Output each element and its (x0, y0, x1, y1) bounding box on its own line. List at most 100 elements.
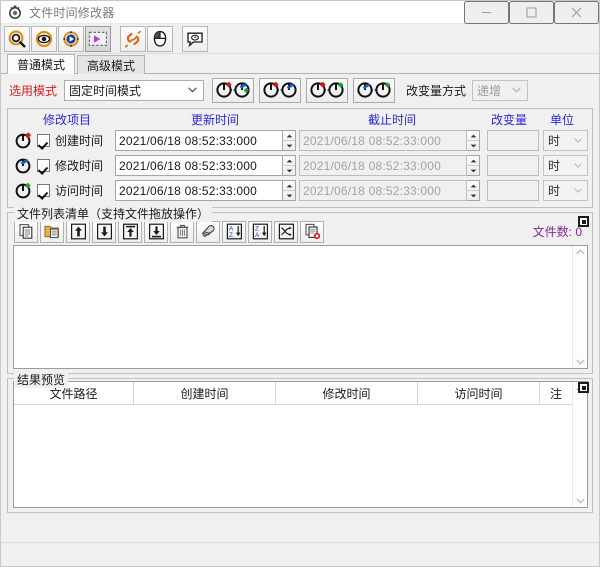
result-preview-body[interactable] (14, 405, 572, 507)
add-files-icon[interactable] (14, 220, 38, 243)
unit-combo-modify[interactable]: 时 (543, 155, 588, 176)
change-mode-value: 递增 (477, 83, 502, 98)
sort-desc-icon[interactable]: Z A (248, 220, 272, 243)
mouse-icon[interactable] (147, 25, 173, 52)
update-time-input-create[interactable]: 2021/06/18 08:52:33:000 (115, 130, 283, 151)
chevron-down-icon-unit-2 (574, 163, 582, 168)
mode-selection-row: 选用模式 固定时间模式 改变量方式 递增 (1, 74, 599, 106)
remove-duplicates-icon[interactable] (300, 220, 324, 243)
spinner-up-icon-4[interactable] (467, 156, 479, 166)
move-top-icon[interactable] (118, 220, 142, 243)
link-create-all-icon[interactable] (212, 77, 255, 103)
link-create-access-icon[interactable] (306, 77, 349, 103)
maximize-button[interactable] (509, 0, 554, 24)
spinner-down-icon-4[interactable] (467, 166, 479, 175)
gear-run-icon[interactable] (58, 25, 84, 52)
eye-preview-icon[interactable] (31, 25, 57, 52)
tab-advanced-mode[interactable]: 高级模式 (77, 55, 146, 74)
table-row: 修改时间 2021/06/18 08:52:33:000 2021/06/18 … (8, 153, 592, 178)
column-access-time[interactable]: 访问时间 (418, 382, 540, 404)
main-toolbar (1, 24, 599, 54)
title-bar: 文件时间修改器 (1, 0, 599, 24)
sort-asc-icon[interactable]: A Z (222, 220, 246, 243)
scroll-up-icon[interactable] (575, 249, 585, 255)
spinner-down-icon-3[interactable] (283, 166, 295, 175)
unit-combo-access[interactable]: 时 (543, 180, 588, 201)
broken-link-icon[interactable] (120, 25, 146, 52)
update-time-input-modify[interactable]: 2021/06/18 08:52:33:000 (115, 155, 283, 176)
add-folder-icon[interactable] (40, 220, 64, 243)
header-stop-time: 截止时间 (367, 113, 416, 127)
shuffle-icon[interactable] (274, 220, 298, 243)
header-delta: 改变量 (490, 113, 527, 127)
update-time-spinner-modify[interactable] (283, 155, 296, 176)
column-modify-time[interactable]: 修改时间 (276, 382, 418, 404)
tab-normal-mode[interactable]: 普通模式 (7, 54, 76, 74)
file-list-scrollbar[interactable] (572, 246, 587, 368)
row-checkbox-access[interactable] (37, 184, 50, 197)
spinner-down-icon-2[interactable] (467, 141, 479, 150)
table-row: 访问时间 2021/06/18 08:52:33:000 2021/06/18 … (8, 178, 592, 203)
move-bottom-icon[interactable] (144, 220, 168, 243)
stop-time-input-access[interactable]: 2021/06/18 08:52:33:000 (299, 180, 467, 201)
move-down-icon[interactable] (92, 220, 116, 243)
clock-create-icon (14, 131, 33, 150)
minimize-button[interactable] (464, 0, 509, 24)
collapse-icon (581, 219, 586, 224)
row-checkbox-create[interactable] (37, 134, 50, 147)
stop-time-spinner-modify[interactable] (467, 155, 480, 176)
row-label-create: 创建时间 (55, 134, 104, 148)
clear-all-icon[interactable] (196, 220, 220, 243)
spinner-up-icon-3[interactable] (283, 156, 295, 166)
update-time-spinner-access[interactable] (283, 180, 296, 201)
stop-time-spinner-access[interactable] (467, 180, 480, 201)
link-modify-access-icon[interactable] (353, 77, 396, 103)
about-balloon-icon[interactable] (182, 25, 208, 52)
svg-text:Z: Z (229, 232, 233, 239)
result-preview-box[interactable]: 文件路径 创建时间 修改时间 访问时间 注 (13, 381, 588, 508)
link-create-modify-icon[interactable] (259, 77, 302, 103)
select-region-icon[interactable] (85, 25, 111, 52)
select-mode-combo[interactable]: 固定时间模式 (64, 79, 205, 101)
search-files-icon[interactable] (4, 25, 30, 52)
result-preview-collapse-button[interactable] (578, 382, 589, 393)
chevron-down-icon-unit-3 (574, 188, 582, 193)
stop-time-input-create[interactable]: 2021/06/18 08:52:33:000 (299, 130, 467, 151)
spinner-down-icon-6[interactable] (467, 191, 479, 200)
table-row: 创建时间 2021/06/18 08:52:33:000 2021/06/18 … (8, 128, 592, 153)
file-list-box[interactable] (13, 245, 588, 369)
spinner-up-icon-2[interactable] (467, 131, 479, 141)
column-note[interactable]: 注 (540, 382, 572, 404)
row-checkbox-modify[interactable] (37, 159, 50, 172)
scroll-down-icon-2[interactable] (575, 498, 585, 504)
file-list-canvas[interactable] (14, 246, 572, 368)
change-mode-combo[interactable]: 递增 (472, 79, 529, 101)
close-button[interactable] (554, 0, 599, 24)
column-create-time[interactable]: 创建时间 (134, 382, 276, 404)
delta-input-create[interactable] (487, 130, 539, 151)
normal-mode-page: 选用模式 固定时间模式 改变量方式 递增 修改项目 更新时间 截止时间 改变量 … (1, 74, 599, 208)
collapse-icon-2 (581, 385, 586, 390)
delete-icon[interactable] (170, 220, 194, 243)
move-up-icon[interactable] (66, 220, 90, 243)
row-label-access: 访问时间 (55, 184, 104, 198)
unit-value-access: 时 (548, 184, 561, 198)
update-time-input-access[interactable]: 2021/06/18 08:52:33:000 (115, 180, 283, 201)
scroll-down-icon[interactable] (575, 359, 585, 365)
select-mode-value: 固定时间模式 (69, 83, 142, 98)
spinner-up-icon-6[interactable] (467, 181, 479, 191)
window-title: 文件时间修改器 (29, 5, 115, 20)
spinner-up-icon-5[interactable] (283, 181, 295, 191)
delta-input-access[interactable] (487, 180, 539, 201)
spinner-up-icon[interactable] (283, 131, 295, 141)
items-table-group: 修改项目 更新时间 截止时间 改变量 单位 创建时间 2021/06/18 08… (7, 108, 593, 208)
spinner-down-icon[interactable] (283, 141, 295, 150)
stop-time-input-modify[interactable]: 2021/06/18 08:52:33:000 (299, 155, 467, 176)
stop-time-spinner-create[interactable] (467, 130, 480, 151)
unit-combo-create[interactable]: 时 (543, 130, 588, 151)
result-preview-scrollbar[interactable] (572, 382, 587, 507)
update-time-spinner-create[interactable] (283, 130, 296, 151)
file-list-collapse-button[interactable] (578, 216, 589, 227)
delta-input-modify[interactable] (487, 155, 539, 176)
spinner-down-icon-5[interactable] (283, 191, 295, 200)
